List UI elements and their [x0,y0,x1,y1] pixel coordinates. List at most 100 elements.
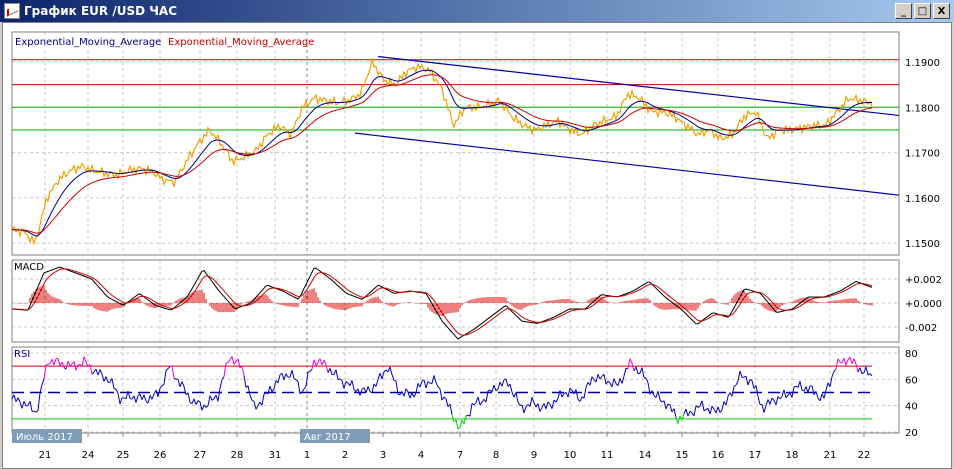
rsi-line-segment [57,358,61,367]
x-tick-label: 8 [493,450,499,461]
rsi-line-segment [629,358,633,364]
rsi-line-segment [529,397,533,407]
rsi-line-segment [301,388,305,393]
rsi-line-segment [807,385,811,393]
rsi-line-segment [793,385,797,388]
rsi-line-segment [341,380,345,389]
x-tick-label: 25 [117,450,130,461]
rsi-line-segment [295,379,299,382]
rsi-line-segment [811,385,815,395]
legend-ema-blue: Exponential_Moving_Average [15,37,161,48]
rsi-line-segment [621,375,625,384]
rsi-line-segment [785,394,789,399]
rsi-line-segment [443,396,447,400]
rsi-line-segment [655,391,659,398]
channel-lower-line [354,132,900,196]
rsi-line-segment [611,378,615,388]
rsi-line-segment [623,368,627,377]
rsi-line-segment [497,381,501,390]
rsi-line-segment [111,378,115,389]
rsi-line-segment [779,396,783,400]
price-tick-label: 1.1500 [905,239,940,250]
rsi-line-segment [309,368,313,372]
rsi-line-segment [285,373,289,378]
x-tick-label: 10 [564,450,577,461]
x-tick-label: 14 [639,450,652,461]
rsi-line-segment [409,392,413,399]
rsi-line-segment [13,394,17,402]
rsi-line-segment [119,397,123,405]
rsi-line-segment [217,388,221,402]
rsi-line-segment [101,373,105,382]
x-tick-label: 31 [269,450,282,461]
rsi-line-segment [311,359,315,370]
rsi-line-segment [289,370,293,378]
rsi-line-segment [261,394,265,406]
rsi-line-segment [677,415,681,424]
rsi-line-segment [201,404,205,411]
rsi-line-segment [173,377,177,380]
rsi-line-segment [365,386,369,393]
rsi-line-segment [835,358,839,370]
rsi-line-segment [85,361,89,367]
rsi-line-segment [487,389,491,392]
rsi-line-segment [243,375,247,388]
rsi-line-segment [15,397,19,402]
rsi-line-segment [427,381,431,384]
macd-label: MACD [14,262,44,273]
rsi-line-segment [335,369,339,380]
rsi-line-segment [283,373,287,381]
rsi-line-segment [599,375,603,380]
rsi-line-segment [371,383,375,393]
rsi-line-segment [575,389,579,400]
x-tick-label: 26 [154,450,167,461]
chart-canvas[interactable]: Exponential_Moving_Average Exponential_M… [0,0,954,469]
rsi-line-segment [539,407,543,412]
rsi-line-segment [115,388,119,394]
rsi-line-segment [367,386,371,392]
rsi-line-segment [323,359,327,365]
rsi-line-segment [411,392,415,398]
rsi-line-segment [271,388,275,392]
rsi-line-segment [423,379,427,389]
rsi-line-segment [35,410,39,413]
rsi-line-segment [645,377,649,383]
legend-ema-red: Exponential_Moving_Average [168,37,314,48]
rsi-line-segment [855,363,859,373]
rsi-line-segment [177,378,181,387]
rsi-line-segment [775,396,779,405]
rsi-line-segment [425,381,429,389]
rsi-line-segment [187,392,191,403]
rsi-line-segment [735,380,739,386]
rsi-line-segment [351,380,355,390]
rsi-line-segment [81,356,85,367]
rsi-line-segment [147,395,151,404]
x-tick-label: 22 [858,450,871,461]
rsi-line-segment [665,404,669,410]
price-line [11,58,873,246]
rsi-line-segment [375,379,379,387]
rsi-line-segment [865,366,869,376]
rsi-line-segment [379,373,383,380]
rsi-line-segment [849,357,853,364]
rsi-line-segment [697,405,701,408]
rsi-line-segment [783,389,787,398]
rsi-line-segment [143,394,147,402]
rsi-line-segment [393,379,397,382]
macd-tick-label: +0.000 [905,299,942,310]
rsi-line-segment [533,402,537,408]
rsi-line-segment [501,379,505,387]
rsi-line-segment [251,399,255,402]
rsi-line-segment [151,393,155,400]
rsi-line-segment [383,369,387,373]
rsi-line-segment [339,378,343,381]
rsi-line-segment [329,368,333,375]
rsi-line-segment [515,392,519,403]
rsi-line-segment [257,401,261,406]
price-tick-label: 1.1900 [905,58,940,69]
rsi-line-segment [117,393,121,405]
rsi-line-segment [247,385,251,396]
x-tick-label: 24 [82,450,95,461]
rsi-line-segment [303,386,307,390]
x-tick-label: 15 [676,450,689,461]
